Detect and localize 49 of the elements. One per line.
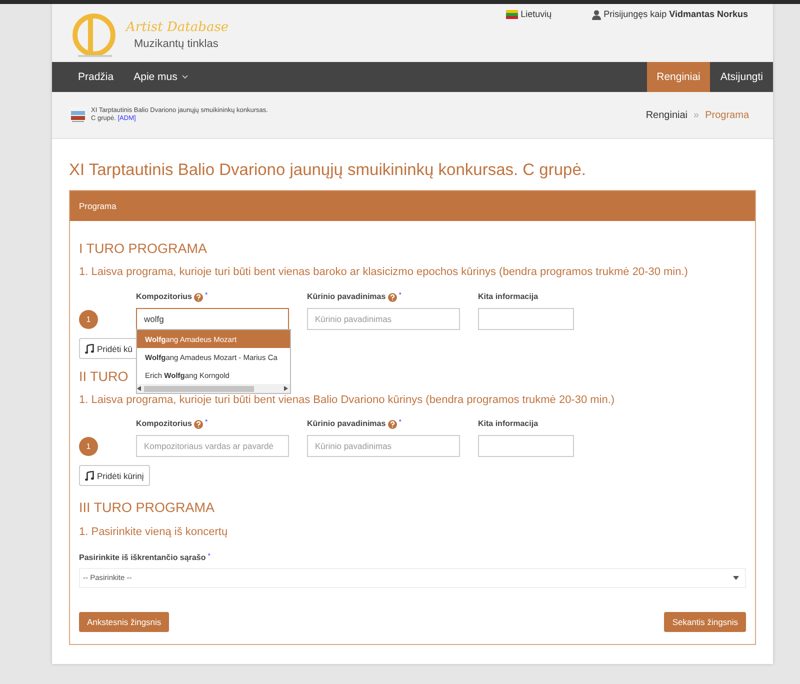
field-label: Kompozitorius [136, 419, 192, 428]
nav-item[interactable]: Pradžia [68, 62, 124, 92]
music-note-icon [85, 470, 94, 481]
nav-item[interactable]: Renginiai [646, 62, 710, 92]
scroll-right-icon[interactable] [284, 386, 288, 392]
next-step-button[interactable]: Sekantis žingsnis [664, 612, 746, 632]
nav-item[interactable]: Atsijungti [710, 62, 773, 92]
task-text: 1. Laisva programa, kurioje turi būti bent vienas baroko ar klasicizmo epochos kūrinys (bendra programos trukmė 20-30 min.) [79, 266, 689, 278]
round-heading: III TURO PROGRAMA [79, 500, 215, 516]
task-text: 1. Pasirinkite vieną iš koncertų [79, 526, 229, 538]
dropdown-arrow-icon [733, 576, 739, 580]
row-number: 1 [79, 310, 98, 329]
extra-info-field[interactable] [478, 435, 574, 458]
horizontal-scrollbar[interactable] [137, 384, 290, 394]
breadcrumb-link[interactable]: Renginiai [646, 110, 688, 120]
round-heading: I TURO PROGRAMA [79, 241, 208, 256]
field-label: Kita informacija [478, 292, 538, 302]
add-piece-button[interactable]: Pridėti kūrinį [79, 465, 150, 486]
piece-title-field[interactable]: Kūrinio pavadinimas [307, 435, 460, 458]
row-number: 1 [79, 436, 98, 456]
user-icon [592, 10, 601, 20]
round-heading: II TURO [79, 369, 128, 384]
task-text: 1. Laisva programa, kurioje turi būti bent vienas Balio Dvariono kūrinys (bendra programos trukmė 20-30 min.) [79, 394, 616, 406]
page-title: XI Tarptautinis Balio Dvariono jaunųjų smuikininkų konkursas. C grupė. [69, 161, 587, 180]
extra-info-field[interactable] [478, 308, 574, 330]
nav-item[interactable]: Apie mus [124, 62, 198, 92]
field-label: Kūrinio pavadinimas [307, 292, 386, 302]
add-piece-button[interactable]: Pridėti kū [79, 338, 138, 360]
field-label: Kita informacija [478, 419, 538, 428]
field-label: Kompozitorius [136, 292, 192, 302]
logged-in-text: Prisijungęs kaip Vidmantas Norkus [604, 9, 748, 19]
flag-icon [506, 10, 518, 19]
help-icon[interactable] [388, 420, 397, 430]
field-label: Kūrinio pavadinimas [307, 419, 386, 428]
music-note-icon [85, 344, 94, 354]
language-link[interactable]: Lietuvių [506, 9, 552, 62]
composer-field[interactable]: wolfg [136, 308, 289, 330]
previous-step-button[interactable]: Ankstesnis žingsnis [79, 612, 170, 632]
help-icon[interactable] [194, 420, 203, 430]
field-label: Pasirinkite iš iškrentančio sąrašo [79, 552, 206, 562]
breadcrumb-separator: » [694, 110, 700, 120]
brand-name: Artist Database [126, 20, 229, 35]
tagline: Muzikantų tinklas [134, 38, 220, 50]
help-icon[interactable] [194, 293, 203, 302]
panel-header: Programa [70, 191, 755, 221]
scroll-left-icon[interactable] [137, 386, 141, 392]
piece-title-field[interactable]: Kūrinio pavadinimas [307, 308, 460, 330]
help-icon[interactable] [388, 293, 397, 302]
composer-field[interactable]: Kompozitoriaus vardas ar pavardė [136, 435, 289, 458]
